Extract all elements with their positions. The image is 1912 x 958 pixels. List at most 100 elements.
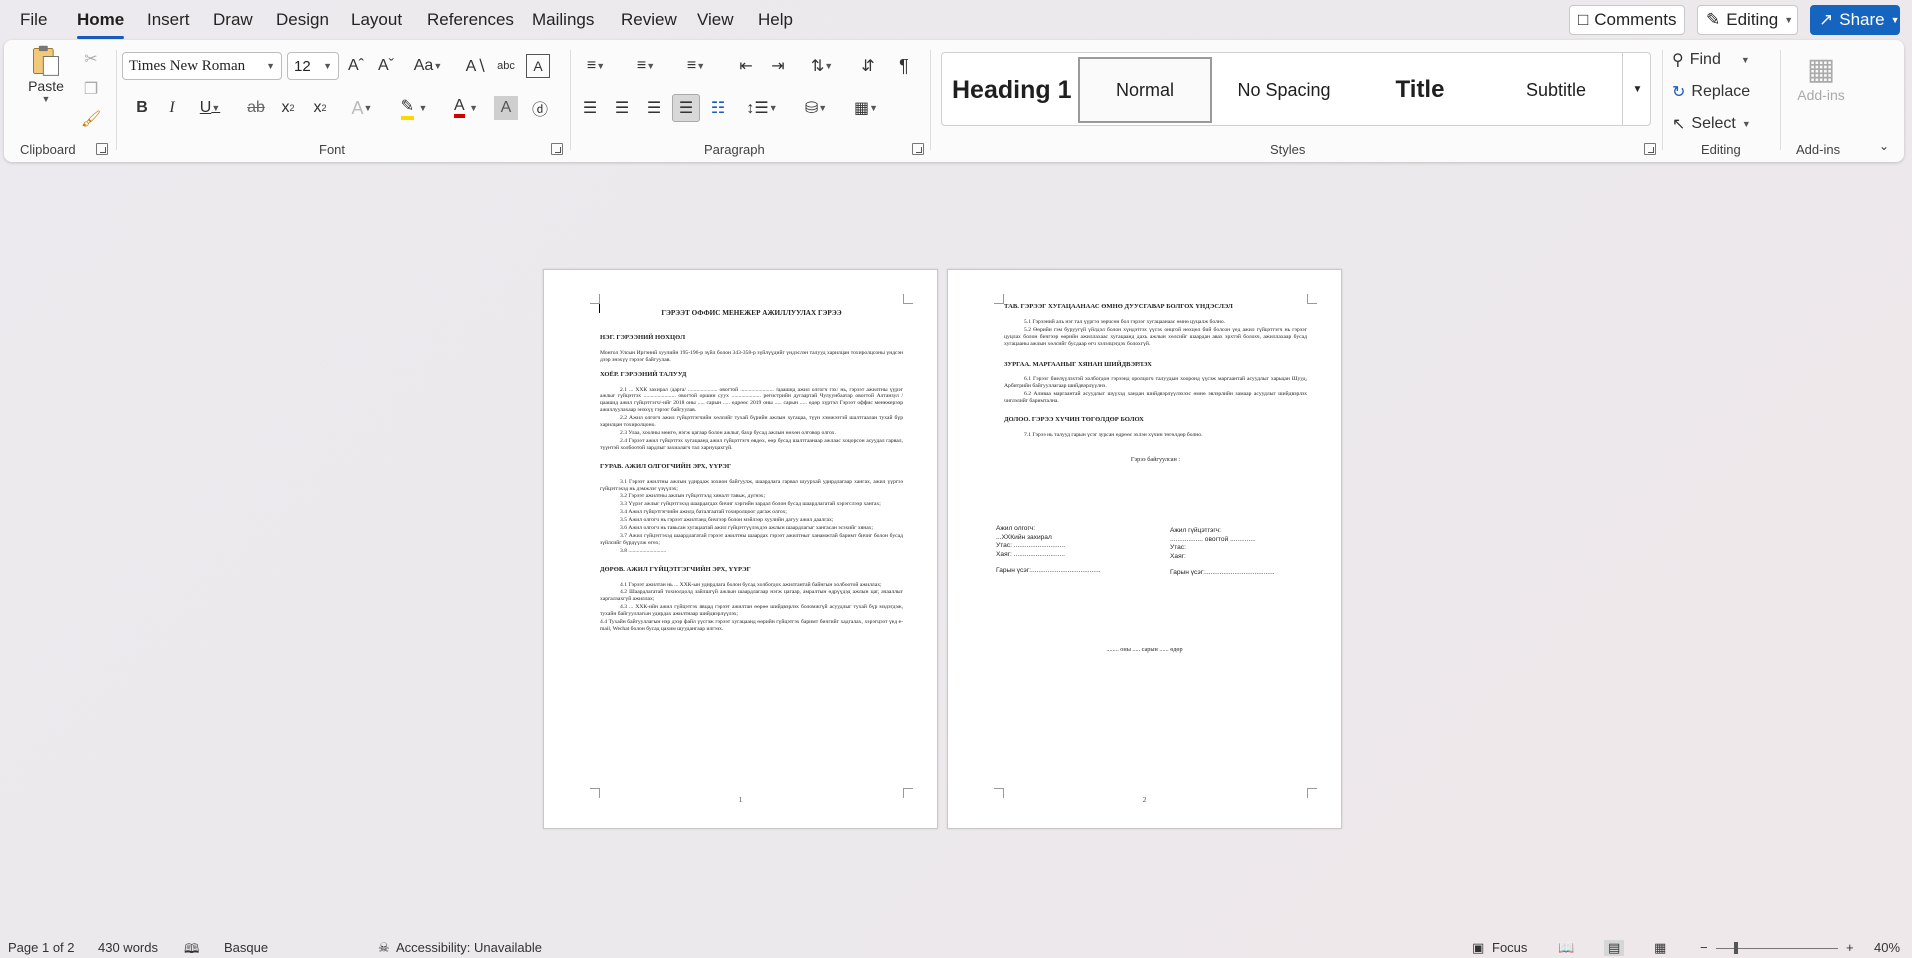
document-title: ГЭРЭЭТ ОФФИС МЕНЕЖЕР АЖИЛЛУУЛАХ ГЭРЭЭ — [661, 309, 842, 317]
multilevel-list-icon[interactable]: ≡ ▼ — [676, 52, 716, 80]
tab-home[interactable]: Home — [77, 10, 125, 39]
tab-view[interactable]: View — [697, 10, 734, 30]
tab-design[interactable]: Design — [276, 10, 329, 30]
justify-icon[interactable]: ☰ — [672, 94, 700, 122]
align-left-icon[interactable]: ☰ — [576, 94, 604, 122]
replace-icon: ↻ — [1672, 84, 1686, 101]
font-color-icon[interactable]: A ▼ — [446, 94, 486, 122]
text-effects-icon[interactable]: A ▼ — [342, 94, 382, 122]
focus-icon: ▣ — [1472, 940, 1485, 955]
collapse-ribbon-icon[interactable]: ⌄ — [1874, 136, 1894, 156]
editing-mode-label: Editing — [1726, 10, 1779, 29]
style-normal-label: Normal — [1115, 79, 1174, 100]
sig-line: Утас: ............................ — [996, 542, 1066, 550]
style-title-label: Title — [1395, 76, 1445, 103]
style-heading-1[interactable]: Heading 1 — [948, 57, 1072, 123]
borders-icon[interactable]: ▦ ▼ — [846, 94, 886, 122]
page-count[interactable]: Page 1 of 2 — [8, 940, 75, 955]
shading-icon[interactable]: ⛁ ▼ — [796, 94, 836, 122]
italic-icon[interactable]: I — [158, 94, 186, 122]
language[interactable]: Basque — [224, 940, 268, 955]
underline-icon[interactable]: U ▼ — [190, 94, 230, 122]
align-center-icon[interactable]: ☰ — [608, 94, 636, 122]
crop-mark — [590, 294, 600, 304]
editing-mode-button[interactable]: ✎ Editing ▼ — [1697, 5, 1798, 35]
zoom-out-icon[interactable]: − — [1700, 940, 1708, 955]
read-mode-icon[interactable]: 📖 — [1558, 940, 1574, 956]
bullets-icon[interactable]: ≡ ▼ — [576, 52, 616, 80]
tab-file[interactable]: File — [20, 10, 47, 30]
line-spacing-icon[interactable]: ↕☰ ▼ — [742, 94, 782, 122]
style-normal[interactable]: Normal — [1078, 57, 1212, 123]
document-page-1[interactable]: ГЭРЭЭТ ОФФИС МЕНЕЖЕР АЖИЛЛУУЛАХ ГЭРЭЭ НЭ… — [543, 269, 938, 829]
style-title[interactable]: Title — [1354, 57, 1486, 123]
style-subtitle[interactable]: Subtitle — [1490, 57, 1622, 123]
format-painter-icon[interactable]: 🖌 — [80, 108, 102, 130]
enclose-characters-icon[interactable]: ⓓ — [526, 94, 554, 122]
document-page-2[interactable]: ТАВ. ГЭРЭЭГ ХУГАЦААНААС ӨМНӨ ДУУСГАВАР Б… — [947, 269, 1342, 829]
paragraph: 7.1 Гэрээ нь талууд гарын үсэг зурсан өд… — [1024, 431, 1203, 438]
cut-icon[interactable]: ✂ — [80, 48, 102, 70]
copy-icon[interactable]: ❐ — [80, 78, 102, 100]
web-layout-icon[interactable]: ▦ — [1654, 940, 1666, 956]
subscript-icon[interactable]: x2 — [274, 94, 302, 122]
paste-button[interactable]: Paste ▼ — [22, 44, 70, 104]
align-right-icon[interactable]: ☰ — [640, 94, 668, 122]
highlight-color-icon[interactable]: ✎ ▼ — [394, 94, 434, 122]
shrink-font-icon[interactable]: Aˇ — [372, 52, 400, 80]
font-launcher-icon[interactable] — [551, 143, 563, 155]
font-name-combo[interactable]: Times New Roman ▼ — [122, 52, 282, 80]
chevron-down-icon: ▼ — [266, 61, 275, 71]
bold-icon[interactable]: B — [128, 94, 156, 122]
styles-launcher-icon[interactable] — [1644, 143, 1656, 155]
font-size-combo[interactable]: 12 ▼ — [287, 52, 339, 80]
distributed-icon[interactable]: ☷ — [704, 94, 732, 122]
strikethrough-icon[interactable]: ab — [242, 94, 270, 122]
clipboard-launcher-icon[interactable] — [96, 143, 108, 155]
zoom-level[interactable]: 40% — [1874, 940, 1900, 955]
tab-references[interactable]: References — [427, 10, 514, 30]
focus-button[interactable]: Focus — [1492, 940, 1527, 955]
grow-font-icon[interactable]: Aˆ — [342, 52, 370, 80]
paragraph: 2.4 Гэрээт ажил гүйцэтгэх хугацаанд ажил… — [600, 437, 903, 451]
style-no-spacing[interactable]: No Spacing — [1218, 57, 1350, 123]
sort-icon[interactable]: ⇵ — [854, 52, 882, 80]
styles-expand-icon[interactable]: ▼ — [1622, 52, 1652, 126]
replace-button[interactable]: ↻ Replace — [1672, 80, 1768, 104]
paste-icon — [33, 45, 59, 76]
zoom-in-icon[interactable]: + — [1846, 940, 1854, 955]
numbering-icon[interactable]: ≡ ▼ — [626, 52, 666, 80]
proofing-icon[interactable]: 🕮 — [184, 940, 199, 958]
tab-help[interactable]: Help — [758, 10, 793, 30]
add-ins-button[interactable]: ▦ Add-ins — [1788, 46, 1854, 110]
character-border-icon[interactable]: A — [526, 54, 550, 78]
tab-review[interactable]: Review — [621, 10, 677, 30]
decrease-indent-icon[interactable]: ⇤ — [732, 52, 760, 80]
change-case-icon[interactable]: Aa ▼ — [408, 52, 448, 80]
print-layout-icon[interactable]: ▤ — [1604, 940, 1625, 956]
find-button[interactable]: ⚲ Find ▼ — [1672, 48, 1768, 72]
phonetic-guide-icon[interactable]: abc — [492, 52, 520, 80]
share-button[interactable]: ↗ Share ▼ — [1810, 5, 1900, 35]
chevron-down-icon: ▼ — [323, 61, 332, 71]
increase-indent-icon[interactable]: ⇥ — [764, 52, 792, 80]
replace-label: Replace — [1691, 83, 1751, 100]
character-shading-icon[interactable]: A — [494, 96, 518, 120]
tab-draw[interactable]: Draw — [213, 10, 253, 30]
clear-formatting-icon[interactable]: A∖ — [462, 52, 490, 80]
tab-insert[interactable]: Insert — [147, 10, 190, 30]
text-direction-icon[interactable]: ⇅ ▼ — [802, 52, 842, 80]
tab-layout[interactable]: Layout — [351, 10, 402, 30]
styles-gallery: Heading 1 Normal No Spacing Title Subtit… — [941, 52, 1651, 126]
paragraph-launcher-icon[interactable] — [912, 143, 924, 155]
zoom-slider-thumb[interactable] — [1734, 942, 1738, 954]
select-button[interactable]: ↖ Select ▼ — [1672, 112, 1768, 136]
divider — [570, 50, 571, 150]
show-formatting-icon[interactable]: ¶ — [890, 52, 918, 80]
tab-mailings[interactable]: Mailings — [532, 10, 594, 30]
comments-button[interactable]: □ Comments — [1569, 5, 1685, 35]
superscript-icon[interactable]: x2 — [306, 94, 334, 122]
paragraph: 4.1 Гэрээт ажилтан нь ... ХХК-ын удирдла… — [620, 581, 882, 588]
accessibility-status[interactable]: Accessibility: Unavailable — [396, 940, 542, 955]
word-count[interactable]: 430 words — [98, 940, 158, 955]
